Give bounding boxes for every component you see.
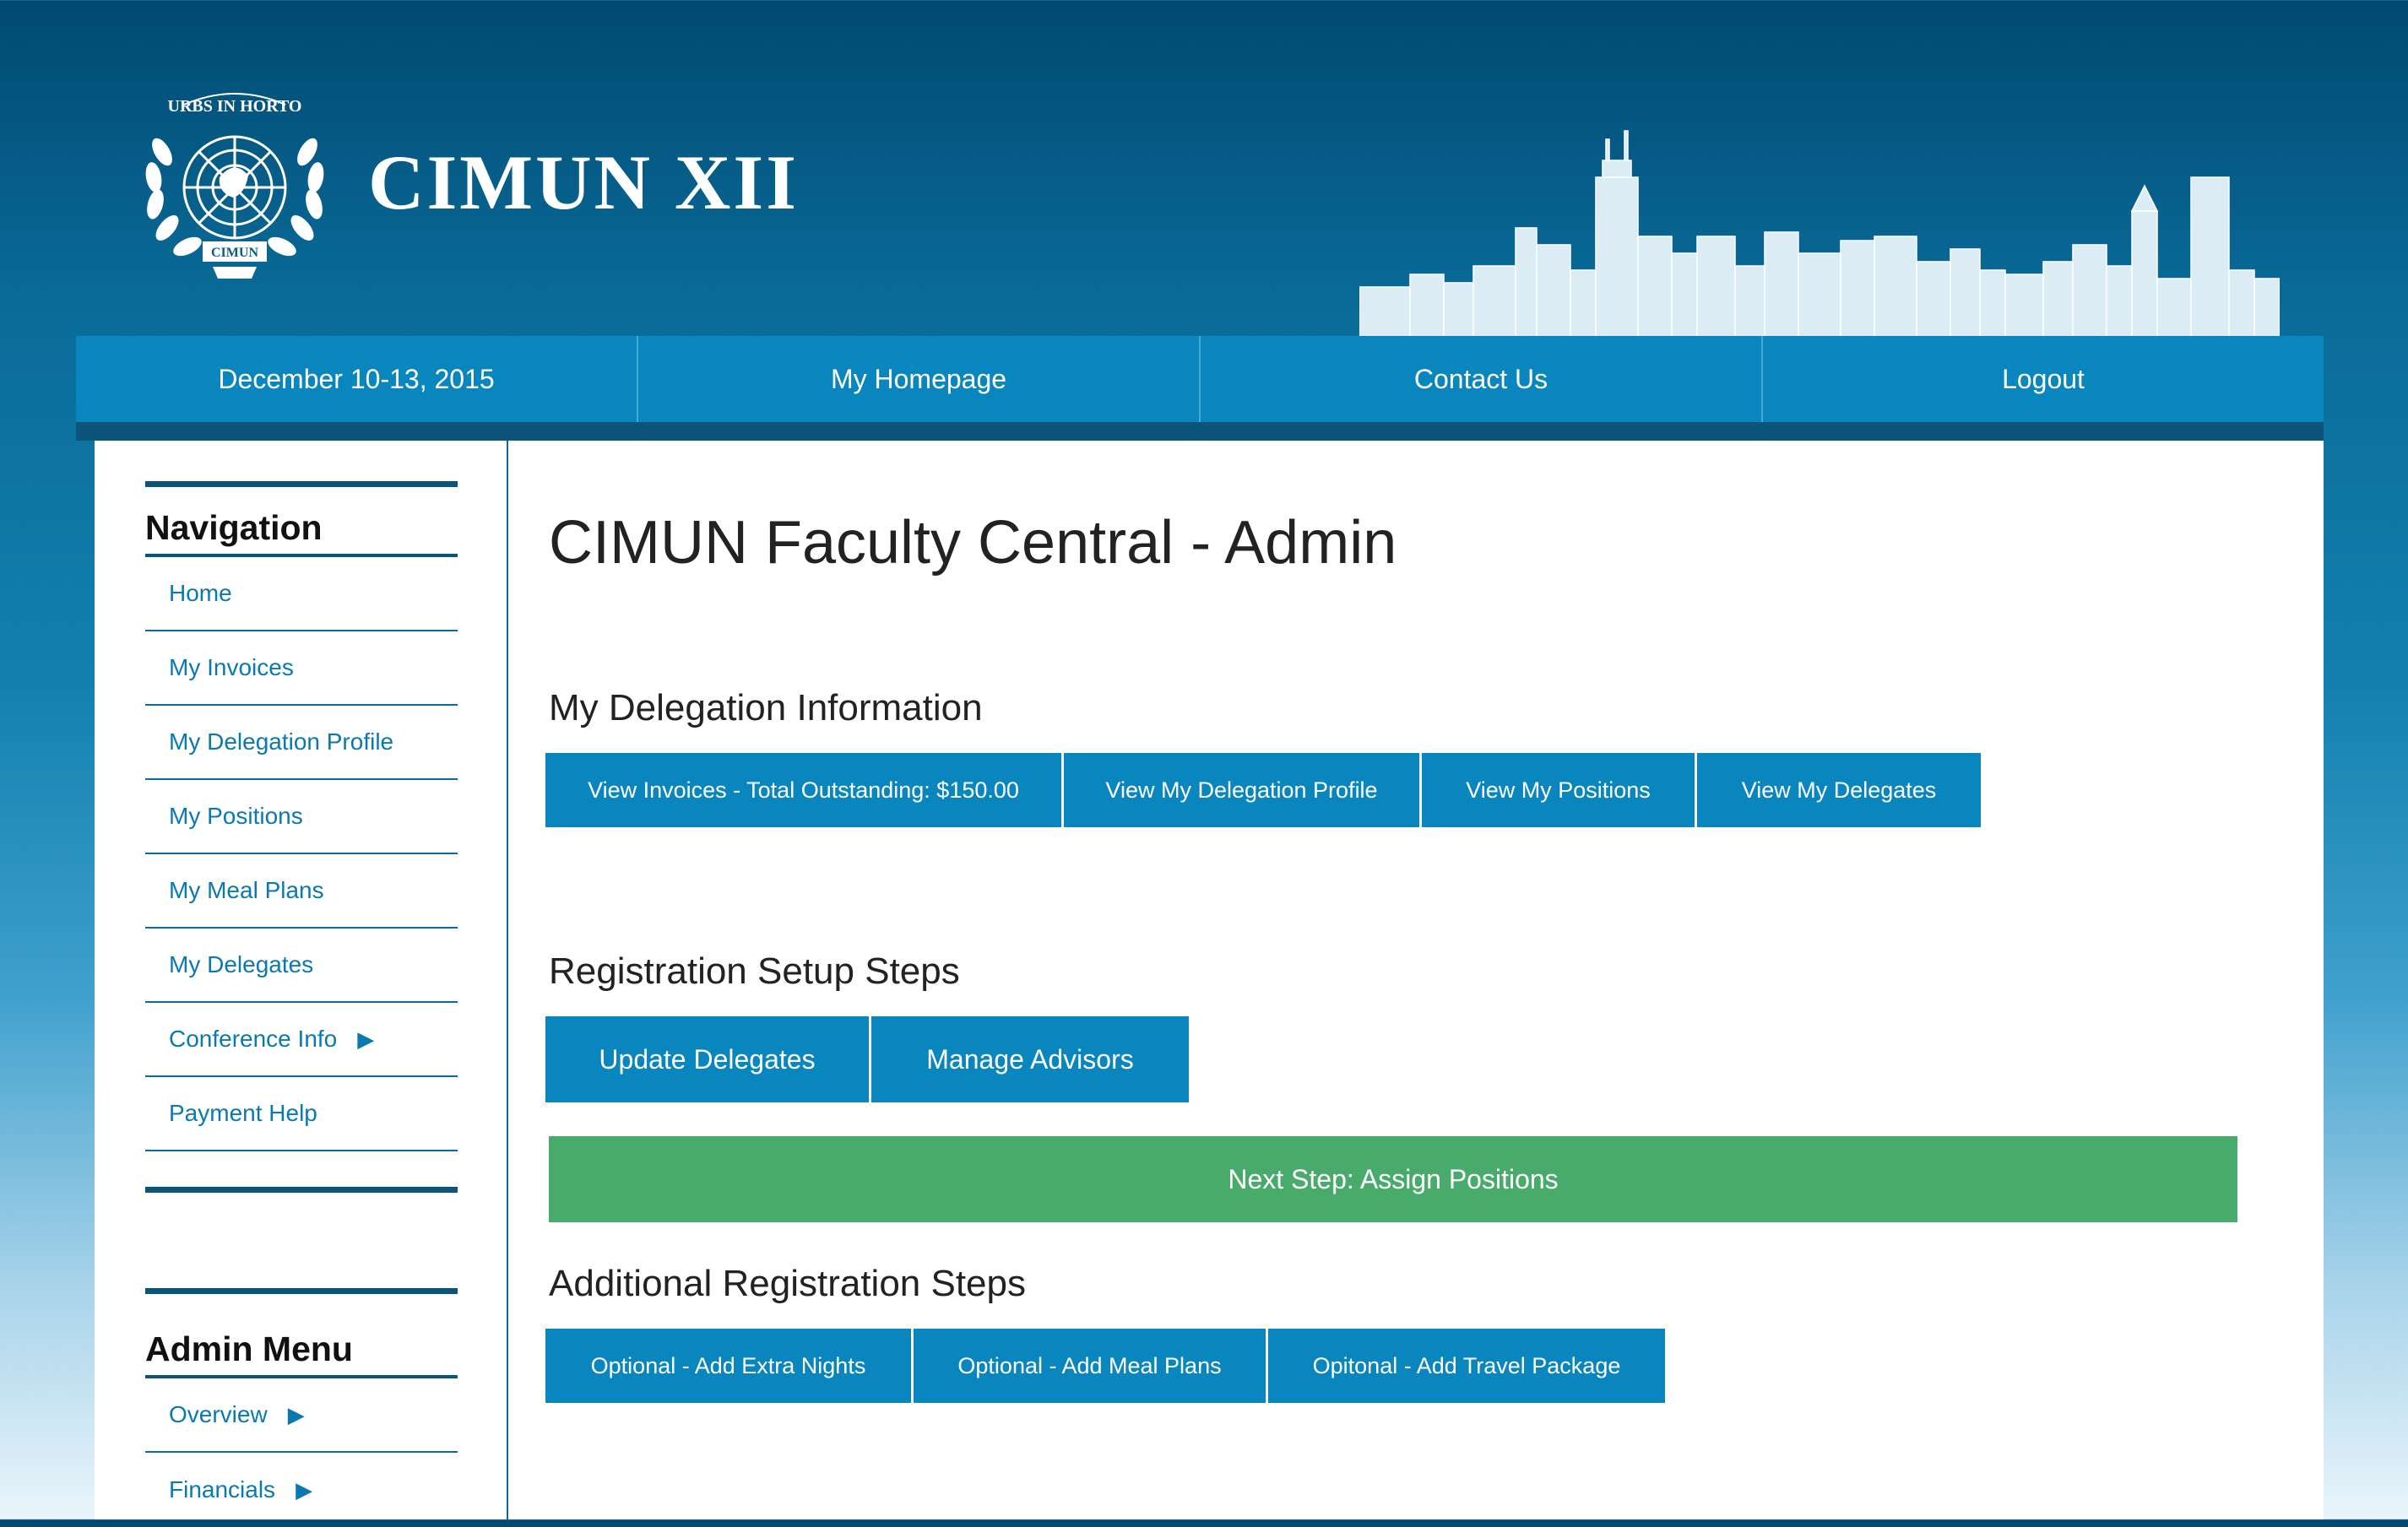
admin-item-label: Financials — [169, 1476, 276, 1503]
view-delegation-profile-button[interactable]: View My Delegation Profile — [1064, 753, 1422, 827]
additional-section-title: Additional Registration Steps — [549, 1263, 1026, 1304]
sidebar-bottom-rule — [145, 1187, 458, 1193]
city-skyline-illustration — [1359, 130, 2280, 338]
nav-conference-dates[interactable]: December 10-13, 2015 — [76, 336, 638, 422]
sidebar-item-my-delegates[interactable]: My Delegates — [145, 929, 458, 1003]
admin-item-overview[interactable]: Overview ▶ — [145, 1378, 458, 1453]
sidebar-item-label: My Meal Plans — [169, 877, 324, 903]
sidebar-divider — [507, 441, 508, 1519]
svg-text:CIMUN: CIMUN — [211, 246, 258, 260]
admin-item-label: Overview — [169, 1401, 268, 1427]
expand-arrow-icon[interactable]: ▶ — [288, 1402, 305, 1428]
sidebar-item-label: Conference Info — [169, 1026, 338, 1052]
admin-item-financials[interactable]: Financials ▶ — [145, 1453, 458, 1527]
sidebar-item-label: Payment Help — [169, 1100, 317, 1126]
cimun-emblem-logo: URBS IN HORTO CIMUN — [145, 93, 324, 279]
expand-arrow-icon[interactable]: ▶ — [296, 1477, 312, 1503]
admin-menu-heading: Admin Menu — [145, 1319, 458, 1378]
view-positions-button[interactable]: View My Positions — [1422, 753, 1697, 827]
sidebar-item-label: My Positions — [169, 803, 303, 829]
sidebar-top-rule — [145, 481, 458, 487]
add-meal-plans-button[interactable]: Optional - Add Meal Plans — [914, 1329, 1268, 1403]
sidebar-item-my-positions[interactable]: My Positions — [145, 780, 458, 854]
sidebar-navigation: Navigation Home My Invoices My Delegatio… — [145, 481, 458, 1193]
sidebar-item-my-meal-plans[interactable]: My Meal Plans — [145, 854, 458, 929]
top-navigation-bar: December 10-13, 2015 My Homepage Contact… — [76, 336, 2324, 422]
nav-contact-us[interactable]: Contact Us — [1201, 336, 1763, 422]
manage-advisors-button[interactable]: Manage Advisors — [871, 1016, 1189, 1102]
add-extra-nights-button[interactable]: Optional - Add Extra Nights — [545, 1329, 914, 1403]
additional-button-group: Optional - Add Extra Nights Optional - A… — [545, 1329, 1665, 1403]
sidebar-item-payment-help[interactable]: Payment Help — [145, 1077, 458, 1151]
sidebar-item-label: My Delegates — [169, 951, 314, 977]
next-step-assign-positions-button[interactable]: Next Step: Assign Positions — [549, 1136, 2237, 1222]
admin-menu-top-rule — [145, 1288, 458, 1294]
sidebar-item-label: My Invoices — [169, 654, 294, 680]
nav-my-homepage[interactable]: My Homepage — [638, 336, 1201, 422]
sidebar-item-home[interactable]: Home — [145, 557, 458, 631]
svg-text:URBS IN HORTO: URBS IN HORTO — [168, 97, 302, 116]
expand-arrow-icon[interactable]: ▶ — [357, 1026, 374, 1053]
update-delegates-button[interactable]: Update Delegates — [545, 1016, 871, 1102]
site-title: CIMUN XII — [368, 139, 799, 225]
delegation-section-title: My Delegation Information — [549, 687, 983, 728]
add-travel-package-button[interactable]: Opitonal - Add Travel Package — [1268, 1329, 1665, 1403]
view-invoices-button[interactable]: View Invoices - Total Outstanding: $150.… — [545, 753, 1064, 827]
nav-underline-strip — [76, 422, 2324, 441]
sidebar-admin-menu: Admin Menu Overview ▶ Financials ▶ — [145, 1288, 458, 1527]
sidebar-item-my-invoices[interactable]: My Invoices — [145, 631, 458, 706]
delegation-button-group: View Invoices - Total Outstanding: $150.… — [545, 753, 1981, 827]
navigation-heading: Navigation — [145, 498, 458, 557]
sidebar-item-my-delegation-profile[interactable]: My Delegation Profile — [145, 706, 458, 780]
nav-logout[interactable]: Logout — [1763, 336, 2324, 422]
sidebar-item-label: Home — [169, 580, 232, 606]
view-delegates-button[interactable]: View My Delegates — [1697, 753, 1981, 827]
setup-button-group: Update Delegates Manage Advisors — [545, 1016, 1189, 1102]
sidebar-item-label: My Delegation Profile — [169, 728, 394, 755]
page-title: CIMUN Faculty Central - Admin — [549, 509, 1397, 577]
setup-section-title: Registration Setup Steps — [549, 950, 960, 992]
sidebar-item-conference-info[interactable]: Conference Info ▶ — [145, 1003, 458, 1077]
